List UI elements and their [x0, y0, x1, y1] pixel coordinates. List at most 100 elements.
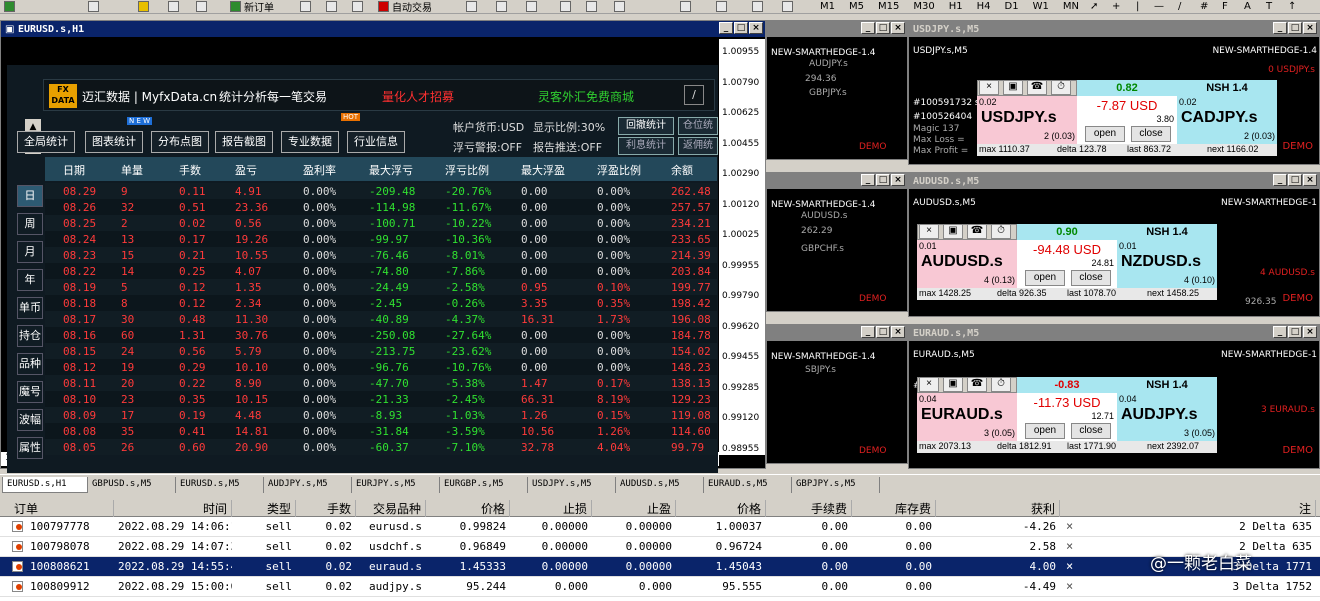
- open-button[interactable]: open: [1085, 126, 1125, 142]
- cursor-icon[interactable]: ➚: [1090, 0, 1098, 13]
- open-button[interactable]: open: [1025, 270, 1065, 286]
- hedge-window-0[interactable]: USDJPY.s,M5 _ □ × USDJPY.s,M5 NEW-SMARTHEDGE-…: [908, 20, 1320, 165]
- chart-tab-8[interactable]: EURAUD.s,M5: [704, 477, 792, 493]
- close-icon[interactable]: ×: [919, 377, 939, 392]
- chart-tab-9[interactable]: GBPJPY.s,M5: [792, 477, 880, 493]
- maximize-button[interactable]: □: [734, 22, 748, 34]
- right-button[interactable]: 回撤统计: [618, 117, 674, 135]
- candle-icon[interactable]: [496, 0, 507, 13]
- auto-trading-button[interactable]: 自动交易: [378, 0, 432, 14]
- new-order-button[interactable]: 新订单: [230, 0, 274, 14]
- period-M5[interactable]: M5: [849, 1, 864, 12]
- order-row[interactable]: 100809912 2022.08.29 15:00:08 sell 0.02 audj…: [0, 577, 1320, 597]
- side-tab-0[interactable]: 日: [17, 185, 43, 207]
- myfx-button[interactable]: 专业数据: [281, 131, 339, 153]
- side-tab-5[interactable]: 持仓: [17, 325, 43, 347]
- zoom-icon[interactable]: [196, 0, 207, 13]
- chart-tab-2[interactable]: EURUSD.s,M5: [176, 477, 264, 493]
- zoom-in-icon[interactable]: [560, 0, 571, 13]
- crosshair-icon[interactable]: [88, 0, 99, 13]
- period-D1[interactable]: D1: [1005, 1, 1019, 12]
- close-order-icon[interactable]: ×: [1066, 539, 1073, 553]
- chart-icon-3[interactable]: [352, 0, 363, 13]
- star-icon[interactable]: [138, 0, 149, 13]
- close-button[interactable]: ×: [1303, 22, 1317, 34]
- period-MN[interactable]: MN: [1063, 1, 1079, 12]
- maximize-button[interactable]: □: [1288, 174, 1302, 186]
- mid-chart-2[interactable]: _ □ × NEW-SMARTHEDGE-1.4 AUDUSD.s 262.29 G…: [766, 172, 908, 312]
- fibo-icon[interactable]: F: [1222, 0, 1228, 13]
- myfx-button[interactable]: 分布点图: [151, 131, 209, 153]
- close-icon[interactable]: ×: [979, 80, 999, 95]
- hedge-window-2[interactable]: EURAUD.s,M5 _ □ × EURAUD.s,M5 NEW-SMARTHEDGE-…: [908, 324, 1320, 469]
- chart-tab-4[interactable]: EURJPY.s,M5: [352, 477, 440, 493]
- book-icon[interactable]: ▣: [943, 377, 963, 392]
- arrow-icon[interactable]: ↑: [1288, 0, 1296, 13]
- main-chart-titlebar[interactable]: ▣ EURUSD.s,H1 _ □ ×: [1, 21, 765, 37]
- hedge-window-titlebar[interactable]: AUDUSD.s,M5 _ □ ×: [909, 173, 1319, 189]
- crosshair-tool-icon[interactable]: +: [1112, 0, 1120, 13]
- close-order-icon[interactable]: ×: [1066, 519, 1073, 533]
- mid-chart-3[interactable]: _ □ × NEW-SMARTHEDGE-1.4 SBJPY.s DEMO: [766, 324, 908, 464]
- right-button[interactable]: 利息统计: [618, 137, 674, 155]
- line-chart-icon[interactable]: [526, 0, 537, 13]
- mid-chart-1[interactable]: _ □ × NEW-SMARTHEDGE-1.4 AUDJPY.s 294.36 G…: [766, 20, 908, 160]
- main-chart-window[interactable]: ▣ EURUSD.s,H1 _ □ × 1.00955 1.00790 1.0062…: [0, 20, 766, 473]
- right-button[interactable]: 仓位统: [678, 117, 718, 135]
- open-button[interactable]: open: [1025, 423, 1065, 439]
- maximize-button[interactable]: □: [876, 326, 890, 338]
- close-order-icon[interactable]: ×: [1066, 559, 1073, 573]
- phone-icon[interactable]: ☎: [967, 224, 987, 239]
- period-W1[interactable]: W1: [1033, 1, 1049, 12]
- chart-tab-7[interactable]: AUDUSD.s,M5: [616, 477, 704, 493]
- minimize-button[interactable]: _: [719, 22, 733, 34]
- tile-icon[interactable]: [614, 0, 625, 13]
- channel-icon[interactable]: #: [1200, 0, 1208, 13]
- close-icon[interactable]: ×: [919, 224, 939, 239]
- hedge-window-1[interactable]: AUDUSD.s,M5 _ □ × AUDUSD.s,M5 NEW-SMARTHEDGE-…: [908, 172, 1320, 317]
- chart-tab-3[interactable]: AUDJPY.s,M5: [264, 477, 352, 493]
- hedge-window-titlebar[interactable]: USDJPY.s,M5 _ □ ×: [909, 21, 1319, 37]
- bar-chart-icon[interactable]: [466, 0, 477, 13]
- settings-icon[interactable]: [716, 0, 727, 13]
- folder-icon[interactable]: [168, 0, 179, 13]
- period-H1[interactable]: H1: [949, 1, 963, 12]
- period-M15[interactable]: M15: [878, 1, 899, 12]
- maximize-button[interactable]: □: [876, 174, 890, 186]
- clock-icon[interactable]: ⏱: [1051, 80, 1071, 95]
- clock-icon[interactable]: ⏱: [991, 377, 1011, 392]
- clock-icon[interactable]: ⏱: [991, 224, 1011, 239]
- label-icon[interactable]: T: [1266, 0, 1272, 13]
- order-row[interactable]: 100808621 2022.08.29 14:55:42 sell 0.02 eura…: [0, 557, 1320, 577]
- minimize-button[interactable]: _: [861, 326, 875, 338]
- template-icon[interactable]: [752, 0, 763, 13]
- period-M30[interactable]: M30: [913, 1, 934, 12]
- zoom-out-icon[interactable]: [586, 0, 597, 13]
- minimize-button[interactable]: _: [1273, 326, 1287, 338]
- mid-chart-3-titlebar[interactable]: _ □ ×: [767, 325, 907, 341]
- minimize-button[interactable]: _: [861, 22, 875, 34]
- vline-icon[interactable]: |: [1136, 0, 1139, 13]
- right-button[interactable]: 返佣统: [678, 137, 718, 155]
- close-button[interactable]: ×: [891, 174, 905, 186]
- period-M1[interactable]: M1: [820, 1, 835, 12]
- chart-icon-2[interactable]: [326, 0, 337, 13]
- mid-chart-1-titlebar[interactable]: _ □ ×: [767, 21, 907, 37]
- indicator-icon[interactable]: [680, 0, 691, 13]
- close-button[interactable]: close: [1071, 270, 1111, 286]
- trendline-icon[interactable]: /: [1178, 0, 1181, 13]
- phone-icon[interactable]: ☎: [967, 377, 987, 392]
- close-button[interactable]: close: [1131, 126, 1171, 142]
- close-button[interactable]: close: [1071, 423, 1111, 439]
- chart-tab-0[interactable]: EURUSD.s,H1: [2, 477, 88, 493]
- close-button[interactable]: ×: [1303, 326, 1317, 338]
- text-icon[interactable]: A: [1244, 0, 1251, 13]
- side-tab-9[interactable]: 属性: [17, 437, 43, 459]
- myfx-button[interactable]: 行业信息: [347, 131, 405, 153]
- side-tab-6[interactable]: 品种: [17, 353, 43, 375]
- period-H4[interactable]: H4: [977, 1, 991, 12]
- close-order-icon[interactable]: ×: [1066, 579, 1073, 593]
- side-tab-2[interactable]: 月: [17, 241, 43, 263]
- mid-chart-2-titlebar[interactable]: _ □ ×: [767, 173, 907, 189]
- period-icon[interactable]: [782, 0, 793, 13]
